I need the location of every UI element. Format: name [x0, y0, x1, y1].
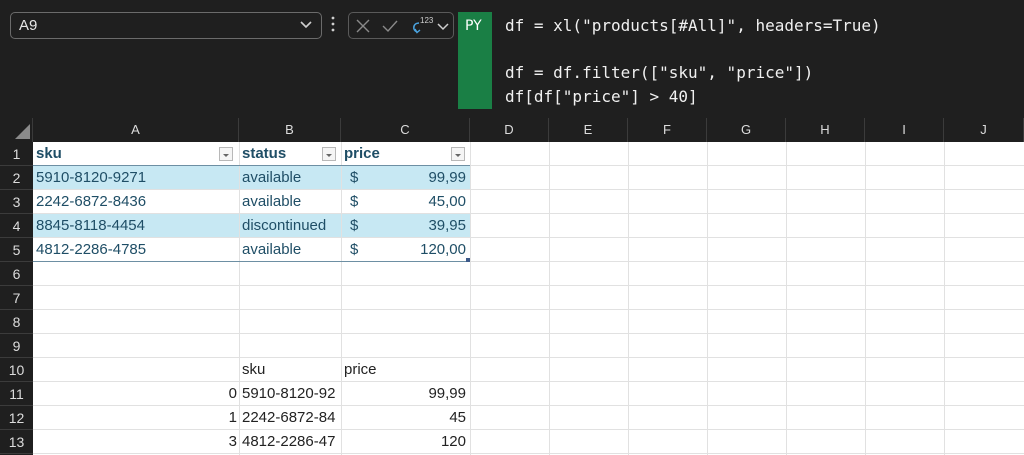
gridline — [33, 309, 1024, 310]
output-cell-price[interactable]: 99,99 — [344, 382, 466, 406]
row-header-13[interactable]: 13 — [0, 430, 33, 454]
output-index[interactable]: 3 — [36, 430, 237, 454]
column-header-e[interactable]: E — [549, 118, 628, 142]
column-header-g[interactable]: G — [707, 118, 786, 142]
filter-dropdown-icon[interactable] — [322, 147, 336, 161]
more-options-icon[interactable] — [331, 16, 335, 32]
name-box[interactable]: A9 — [10, 12, 322, 39]
row-header-6[interactable]: 6 — [0, 262, 33, 286]
formula-bar: A9 123 PY df = xl("products[#All]", head… — [0, 0, 1024, 118]
chevron-down-icon[interactable] — [299, 17, 313, 31]
table-cell-status[interactable]: available — [242, 190, 339, 214]
cancel-icon[interactable] — [355, 18, 371, 34]
python-output-icon[interactable]: 123 — [407, 16, 435, 36]
select-all-icon — [15, 124, 30, 139]
row-header-11[interactable]: 11 — [0, 382, 33, 406]
table-cell-sku[interactable]: 2242-6872-8436 — [36, 190, 236, 214]
table-cell-price[interactable]: 120,00 — [373, 238, 466, 262]
filter-dropdown-icon[interactable] — [451, 147, 465, 161]
gridline — [33, 357, 1024, 358]
filter-dropdown-icon[interactable] — [219, 147, 233, 161]
table-cell-status[interactable]: available — [242, 238, 339, 262]
output-header-price[interactable]: price — [344, 358, 464, 382]
column-header-a[interactable]: A — [33, 118, 239, 142]
select-all-corner[interactable] — [0, 118, 33, 142]
name-box-value: A9 — [19, 17, 38, 34]
chevron-down-icon[interactable] — [437, 20, 449, 32]
column-header-i[interactable]: I — [865, 118, 944, 142]
code-line: df = xl("products[#All]", headers=True) — [505, 16, 881, 35]
column-header-b[interactable]: B — [239, 118, 341, 142]
column-header-j[interactable]: J — [944, 118, 1024, 142]
output-cell-price[interactable]: 120 — [344, 430, 466, 454]
output-header-sku[interactable]: sku — [242, 358, 337, 382]
row-header-2[interactable]: 2 — [0, 166, 33, 190]
table-cell-sku[interactable]: 8845-8118-4454 — [36, 214, 236, 238]
table-header-status[interactable]: status — [242, 142, 317, 166]
table-cell-sku[interactable]: 5910-8120-9271 — [36, 166, 236, 190]
gridline — [33, 333, 1024, 334]
row-header-1[interactable]: 1 — [0, 142, 33, 166]
table-cell-price[interactable]: 45,00 — [373, 190, 466, 214]
table-cell-status[interactable]: available — [242, 166, 339, 190]
cell-area[interactable]: sku status price 5910-8120-9271 availabl… — [33, 142, 1024, 455]
column-header-c[interactable]: C — [341, 118, 470, 142]
output-cell-sku[interactable]: 5910-8120-92 — [242, 382, 339, 406]
table-cell-currency[interactable]: $ — [350, 238, 364, 262]
formula-input[interactable]: df = xl("products[#All]", headers=True) … — [505, 14, 881, 108]
column-header-f[interactable]: F — [628, 118, 707, 142]
output-cell-sku[interactable]: 2242-6872-84 — [242, 406, 339, 430]
table-cell-sku[interactable]: 4812-2286-4785 — [36, 238, 236, 262]
output-index[interactable]: 1 — [36, 406, 237, 430]
output-index[interactable]: 0 — [36, 382, 237, 406]
table-cell-currency[interactable]: $ — [350, 190, 364, 214]
column-header-h[interactable]: H — [786, 118, 865, 142]
table-header-sku[interactable]: sku — [36, 142, 216, 166]
table-header-price[interactable]: price — [344, 142, 444, 166]
row-header-12[interactable]: 12 — [0, 406, 33, 430]
table-cell-currency[interactable]: $ — [350, 214, 364, 238]
table-cell-status[interactable]: discontinued — [242, 214, 339, 238]
spreadsheet-grid: A B C D E F G H I J 1 2 3 4 5 6 7 8 9 10… — [0, 118, 1024, 455]
table-cell-currency[interactable]: $ — [350, 166, 364, 190]
row-header-10[interactable]: 10 — [0, 358, 33, 382]
enter-check-icon[interactable] — [381, 18, 399, 34]
python-badge[interactable]: PY — [458, 12, 492, 109]
row-header-4[interactable]: 4 — [0, 214, 33, 238]
row-header-9[interactable]: 9 — [0, 334, 33, 358]
output-cell-price[interactable]: 45 — [344, 406, 466, 430]
table-resize-handle[interactable] — [466, 258, 470, 262]
code-line: df = df.filter(["sku", "price"]) — [505, 63, 814, 82]
row-header-5[interactable]: 5 — [0, 238, 33, 262]
column-headers: A B C D E F G H I J — [33, 118, 1024, 142]
code-line: df[df["price"] > 40] — [505, 86, 698, 106]
output-cell-sku[interactable]: 4812-2286-47 — [242, 430, 339, 454]
python-output-label: 123 — [420, 16, 434, 25]
table-cell-price[interactable]: 99,99 — [373, 166, 466, 190]
gridline — [33, 285, 1024, 286]
column-header-d[interactable]: D — [470, 118, 549, 142]
formula-controls: 123 — [348, 12, 454, 39]
row-header-7[interactable]: 7 — [0, 286, 33, 310]
table-cell-price[interactable]: 39,95 — [373, 214, 466, 238]
python-badge-label: PY — [465, 18, 482, 34]
row-header-3[interactable]: 3 — [0, 190, 33, 214]
row-header-8[interactable]: 8 — [0, 310, 33, 334]
row-headers: 1 2 3 4 5 6 7 8 9 10 11 12 13 — [0, 142, 33, 455]
